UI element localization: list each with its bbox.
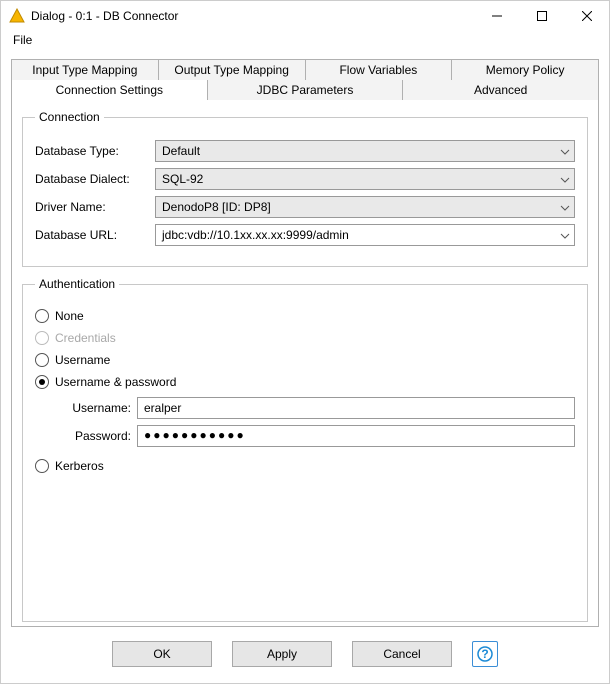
radio-label-username-password: Username & password: [55, 375, 176, 389]
radio-credentials: [35, 331, 49, 345]
input-username-value: eralper: [144, 401, 181, 415]
input-password[interactable]: ●●●●●●●●●●●: [137, 425, 575, 447]
radio-none[interactable]: [35, 309, 49, 323]
help-button[interactable]: ?: [472, 641, 498, 667]
tab-body: Connection Database Type: Default Databa…: [11, 100, 599, 627]
radio-username-password[interactable]: [35, 375, 49, 389]
radio-label-credentials: Credentials: [55, 331, 116, 345]
maximize-button[interactable]: [519, 1, 564, 31]
radio-label-kerberos: Kerberos: [55, 459, 104, 473]
svg-text:?: ?: [481, 647, 488, 661]
tabs-row-2: Connection Settings JDBC Parameters Adva…: [11, 80, 599, 100]
tab-flow-variables[interactable]: Flow Variables: [306, 59, 453, 80]
label-db-url: Database URL:: [35, 228, 155, 242]
label-username: Username:: [59, 401, 137, 415]
content-area: Input Type Mapping Output Type Mapping F…: [1, 51, 609, 683]
tab-input-type-mapping[interactable]: Input Type Mapping: [11, 59, 159, 80]
radio-label-none: None: [55, 309, 84, 323]
radio-kerberos[interactable]: [35, 459, 49, 473]
credentials-subform: Username: eralper Password: ●●●●●●●●●●●: [59, 397, 575, 447]
chevron-down-icon: [560, 200, 570, 214]
menu-file[interactable]: File: [9, 31, 36, 49]
menubar: File: [1, 31, 609, 51]
app-icon: [9, 8, 25, 24]
tab-advanced[interactable]: Advanced: [403, 80, 599, 100]
label-password: Password:: [59, 429, 137, 443]
legend-connection: Connection: [35, 110, 104, 124]
input-username[interactable]: eralper: [137, 397, 575, 419]
cancel-button[interactable]: Cancel: [352, 641, 452, 667]
button-bar: OK Apply Cancel ?: [11, 627, 599, 683]
label-db-dialect: Database Dialect:: [35, 172, 155, 186]
chevron-down-icon: [560, 172, 570, 186]
select-db-type-value: Default: [162, 144, 200, 158]
titlebar: Dialog - 0:1 - DB Connector: [1, 1, 609, 31]
radio-row-none[interactable]: None: [35, 309, 575, 323]
select-driver-name[interactable]: DenodoP8 [ID: DP8]: [155, 196, 575, 218]
fieldset-authentication: Authentication None Credentials Username…: [22, 277, 588, 622]
ok-button[interactable]: OK: [112, 641, 212, 667]
tab-connection-settings[interactable]: Connection Settings: [11, 80, 208, 100]
radio-row-username[interactable]: Username: [35, 353, 575, 367]
select-db-dialect-value: SQL-92: [162, 172, 203, 186]
select-db-type[interactable]: Default: [155, 140, 575, 162]
window-controls: [474, 1, 609, 31]
radio-username[interactable]: [35, 353, 49, 367]
label-driver-name: Driver Name:: [35, 200, 155, 214]
radio-row-username-password[interactable]: Username & password: [35, 375, 575, 389]
label-db-type: Database Type:: [35, 144, 155, 158]
tabs-row-1: Input Type Mapping Output Type Mapping F…: [11, 59, 599, 80]
radio-row-kerberos[interactable]: Kerberos: [35, 459, 575, 473]
combo-db-url[interactable]: jdbc:vdb://10.1xx.xx.xx:9999/admin: [155, 224, 575, 246]
tab-memory-policy[interactable]: Memory Policy: [452, 59, 599, 80]
window-title: Dialog - 0:1 - DB Connector: [31, 9, 474, 23]
legend-authentication: Authentication: [35, 277, 119, 291]
chevron-down-icon: [560, 228, 570, 242]
combo-db-url-value: jdbc:vdb://10.1xx.xx.xx:9999/admin: [162, 228, 349, 242]
radio-row-credentials: Credentials: [35, 331, 575, 345]
minimize-button[interactable]: [474, 1, 519, 31]
fieldset-connection: Connection Database Type: Default Databa…: [22, 110, 588, 267]
tab-jdbc-parameters[interactable]: JDBC Parameters: [208, 80, 404, 100]
dialog-window: Dialog - 0:1 - DB Connector File Input T…: [0, 0, 610, 684]
input-password-value: ●●●●●●●●●●●: [144, 429, 246, 441]
close-button[interactable]: [564, 1, 609, 31]
apply-button[interactable]: Apply: [232, 641, 332, 667]
select-db-dialect[interactable]: SQL-92: [155, 168, 575, 190]
chevron-down-icon: [560, 144, 570, 158]
tab-output-type-mapping[interactable]: Output Type Mapping: [159, 59, 306, 80]
radio-label-username: Username: [55, 353, 110, 367]
select-driver-name-value: DenodoP8 [ID: DP8]: [162, 200, 271, 214]
